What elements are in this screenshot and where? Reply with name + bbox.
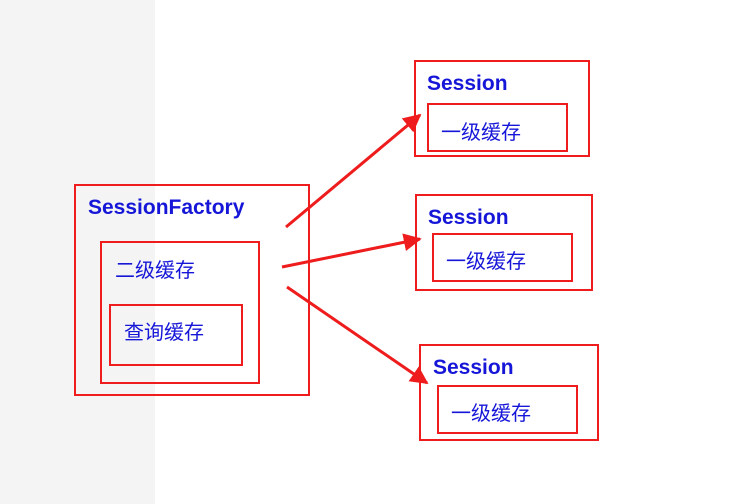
arrow-to-session-1 [285, 113, 422, 229]
connector-arrows [281, 113, 429, 385]
arrow-to-session-2 [281, 233, 422, 269]
arrow-to-session-3 [286, 285, 429, 385]
